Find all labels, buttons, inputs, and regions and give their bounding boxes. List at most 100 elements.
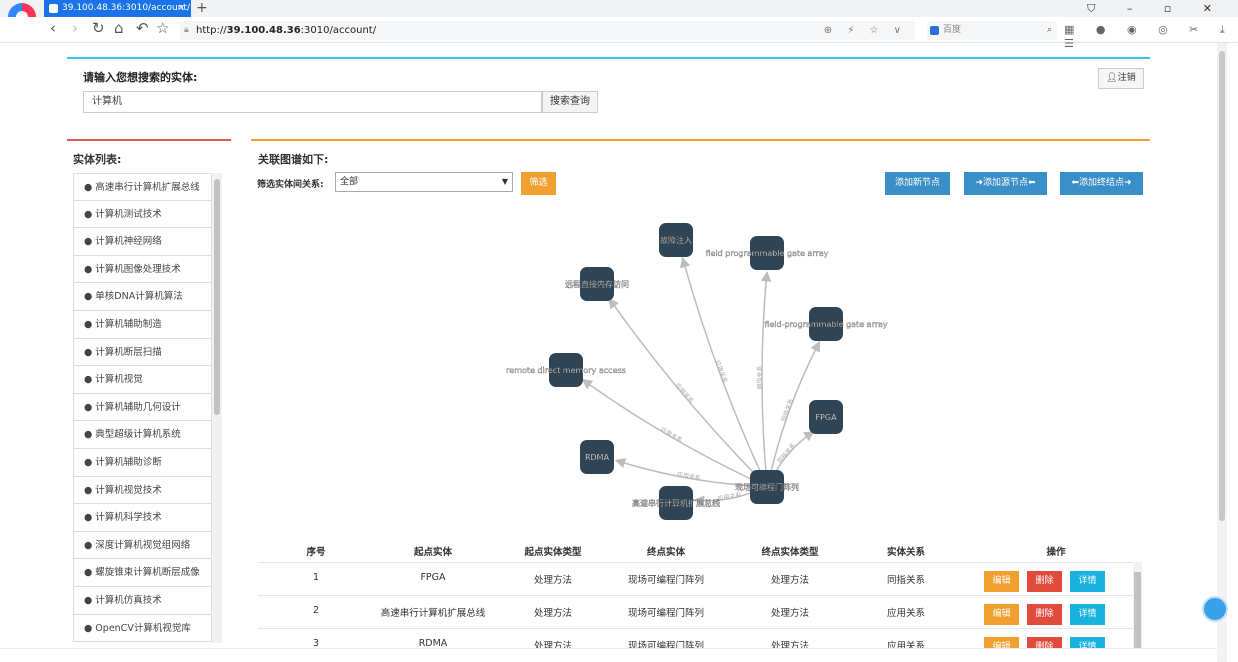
url-path: :3010/account/: [300, 25, 377, 36]
edit-button[interactable]: 编辑: [984, 604, 1019, 625]
entity-list-item[interactable]: ● 计算机辅助几何设计: [73, 393, 212, 422]
entity-list-item[interactable]: ● 深度计算机视觉组网络: [73, 531, 212, 560]
entity-list-title: 实体列表:: [73, 153, 122, 166]
address-bar[interactable]: 🔒︎ http://39.100.48.36:3010/account/ ⊕ ⚡…: [180, 21, 915, 40]
graph-edge-label: 应用关系: [676, 470, 701, 482]
graph-edge-label: 应用关系: [717, 491, 742, 503]
relation-filter-label: 筛选实体间关系:: [257, 180, 324, 190]
browser-navbar: ‹ › ↻ ⌂ ↶ ☆ 🔒︎ http://39.100.48.36:3010/…: [0, 17, 1238, 50]
baidu-icon: [930, 26, 939, 35]
bookmark-star-icon[interactable]: ☆: [156, 19, 169, 37]
table-header-cell: 实体关系: [886, 547, 925, 558]
entity-list-item[interactable]: ● 计算机视觉: [73, 366, 212, 394]
detail-button[interactable]: 详情: [1070, 604, 1105, 625]
table-header-cell: 终点实体: [646, 547, 685, 558]
home-icon[interactable]: ⌂: [114, 19, 124, 37]
window-controls[interactable]: ⛉ – ▫ ✕: [1087, 0, 1226, 17]
graph-node-label: FPGA: [815, 413, 837, 422]
back-icon[interactable]: ‹: [50, 19, 56, 37]
relation-table: 1 FPGA 处理方法 现场可编程门阵列 处理方法 同指关系 编辑 删除 详情 2 高速串行计算机扩…: [258, 562, 1133, 649]
entity-list-item[interactable]: ● 计算机仿真技术: [73, 586, 212, 615]
table-scrollbar[interactable]: [1133, 562, 1142, 649]
graph-node-label: field programmable gate array: [706, 249, 829, 258]
entity-search-input[interactable]: 计算机: [83, 91, 542, 113]
table-header-cell: 操作: [1046, 547, 1066, 558]
floating-assistant-button[interactable]: [1202, 596, 1228, 622]
entity-list-scrollbar-thumb[interactable]: [214, 179, 220, 415]
entity-list-item[interactable]: ● 单核DNA计算机算法: [73, 283, 212, 311]
logout-label: 注销: [1117, 73, 1136, 83]
delete-button[interactable]: 删除: [1027, 604, 1062, 625]
page-scrollbar[interactable]: [1217, 43, 1227, 662]
add-target-node-button[interactable]: ⬅添加终结点➜: [1060, 172, 1143, 195]
graph-node-label: 故障注入: [660, 235, 692, 245]
graph-node-label: remote direct memory access: [506, 366, 626, 375]
filter-button[interactable]: 筛选: [521, 172, 556, 195]
logout-button[interactable]: 👤︎注销: [1098, 68, 1144, 89]
entity-list-panel: 实体列表: ● 高速串行计算机扩展总线 ● 计算机测试技术 ● 计算机神经网络 ● 计…: [67, 139, 231, 649]
delete-button[interactable]: 删除: [1027, 571, 1062, 592]
entity-list-scrollbar[interactable]: [212, 173, 222, 643]
table-cell: 同指关系: [886, 575, 925, 586]
security-icon: 🔒︎: [184, 25, 189, 35]
url-prefix: http://: [196, 25, 227, 36]
detail-button[interactable]: 详情: [1070, 571, 1105, 592]
table-header-cell: 序号: [306, 547, 326, 558]
graph-title: 关联图谱如下:: [258, 153, 329, 166]
table-row: 3 RDMA 处理方法 现场可编程门阵列 处理方法 应用关系 编辑 删除 详情: [258, 628, 1133, 649]
knowledge-graph[interactable]: 应用关系 同指关系应用关系同指关系应用关系同指关系应用关系应用关系 故障注入fie…: [251, 205, 1150, 535]
table-header-cell: 起点实体类型: [524, 547, 582, 558]
entity-list-item[interactable]: ● 计算机辅助诊断: [73, 448, 212, 477]
browser-tab[interactable]: 39.100.48.36:3010/account/ ×: [44, 0, 191, 17]
entity-list-item[interactable]: ● 高速串行计算机扩展总线: [73, 173, 212, 201]
page-bottom: [0, 648, 1217, 662]
browser-search-box[interactable]: 百度 ⌕: [927, 21, 1057, 40]
search-title: 请输入您想搜索的实体:: [83, 71, 198, 84]
search-placeholder: 百度: [943, 25, 962, 35]
entity-list-item[interactable]: ● 螺旋锥束计算机断层成像: [73, 559, 212, 587]
page-scrollbar-thumb[interactable]: [1219, 51, 1225, 521]
entity-list-item[interactable]: ● 计算机图像处理技术: [73, 255, 212, 284]
table-cell: FPGA: [420, 572, 446, 583]
relation-filter-select[interactable]: 全部 ▼: [335, 172, 513, 192]
chevron-down-icon: ▼: [501, 177, 508, 186]
graph-edge-label: 同指关系: [780, 398, 796, 423]
graph-edge-label: 应用关系: [713, 359, 729, 384]
search-panel: 请输入您想搜索的实体: 计算机 搜索查询 👤︎注销: [67, 57, 1150, 127]
graph-edge-label: 同指关系: [756, 365, 764, 389]
graph-node-label: field-programmable gate array: [764, 320, 888, 329]
tab-title: 39.100.48.36:3010/account/: [62, 3, 190, 13]
forward-icon[interactable]: ›: [72, 19, 78, 37]
entity-list-item[interactable]: ● 计算机断层扫描: [73, 338, 212, 367]
search-button[interactable]: 搜索查询: [542, 91, 598, 113]
table-scrollbar-thumb[interactable]: [1134, 572, 1141, 649]
table-cell: 高速串行计算机扩展总线: [380, 608, 486, 619]
tab-close-icon[interactable]: ×: [177, 0, 185, 17]
entity-list-item[interactable]: ● 计算机测试技术: [73, 200, 212, 229]
browser-tabbar: 39.100.48.36:3010/account/ × + ⛉ – ▫ ✕: [0, 0, 1238, 17]
table-cell: 现场可编程门阵列: [627, 608, 704, 619]
url-host: 39.100.48.36: [226, 25, 301, 36]
reload-icon[interactable]: ↻: [92, 19, 105, 37]
entity-list: ● 高速串行计算机扩展总线 ● 计算机测试技术 ● 计算机神经网络 ● 计算机图像处理…: [73, 173, 212, 643]
search-icon[interactable]: ⌕: [1047, 21, 1052, 40]
entity-list-item[interactable]: ● 计算机辅助制造: [73, 310, 212, 339]
extension-icons[interactable]: ▦ ● ◉ ◎ ✂ ⤓ ☰: [1064, 23, 1238, 50]
graph-center-node-label: 现场可编程门阵列: [735, 482, 799, 492]
table-header-cell: 起点实体: [413, 547, 452, 558]
relation-filter-value: 全部: [340, 177, 359, 187]
entity-list-item[interactable]: ● 计算机神经网络: [73, 228, 212, 256]
add-node-button[interactable]: 添加新节点: [885, 172, 950, 195]
add-source-node-button[interactable]: ➜添加源节点⬅: [964, 172, 1047, 195]
new-tab-icon[interactable]: +: [196, 0, 208, 16]
user-icon: 👤︎: [1106, 73, 1118, 83]
entity-list-item[interactable]: ● 计算机视觉技术: [73, 476, 212, 505]
undo-icon[interactable]: ↶: [136, 19, 149, 37]
table-cell: 现场可编程门阵列: [627, 575, 704, 586]
address-bar-icons[interactable]: ⊕ ⚡ ☆ ∨: [824, 21, 907, 40]
entity-list-item[interactable]: ● OpenCV计算机视觉库: [73, 614, 212, 643]
graph-node-label: 远程直接内存访问: [565, 279, 629, 289]
entity-list-item[interactable]: ● 计算机科学技术: [73, 504, 212, 532]
entity-list-item[interactable]: ● 典型超级计算机系统: [73, 421, 212, 449]
edit-button[interactable]: 编辑: [984, 571, 1019, 592]
